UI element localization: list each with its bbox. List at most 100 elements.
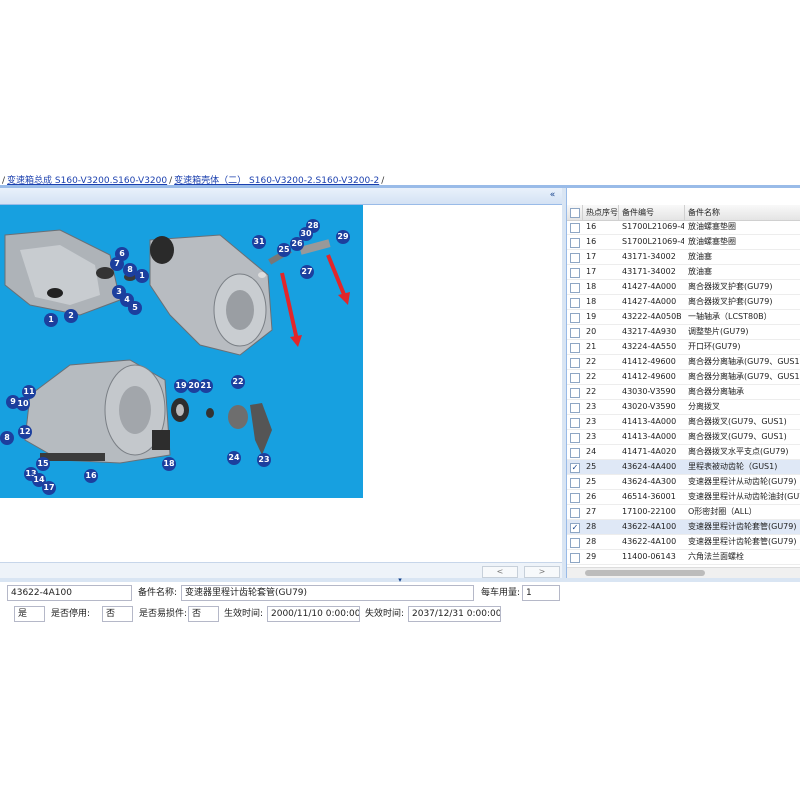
callout-marker[interactable]: 15 — [36, 457, 50, 471]
cell-hotspot: 29 — [586, 552, 597, 561]
row-checkbox[interactable] — [570, 388, 580, 398]
row-checkbox[interactable]: ✓ — [570, 463, 580, 473]
breadcrumb-link-assembly[interactable]: 变速箱总成 S160-V3200.S160-V3200 — [7, 176, 167, 185]
row-checkbox[interactable] — [570, 553, 580, 563]
row-checkbox[interactable] — [570, 433, 580, 443]
row-checkbox[interactable]: ✓ — [570, 523, 580, 533]
expire-date-field[interactable]: 2037/12/31 0:00:00 — [408, 606, 501, 622]
callout-marker[interactable]: 17 — [42, 481, 56, 495]
flag-field[interactable]: 是 — [14, 606, 45, 622]
row-checkbox[interactable] — [570, 373, 580, 383]
cell-code: 43030-V3590 — [622, 387, 676, 396]
callout-marker[interactable]: 29 — [336, 230, 350, 244]
callout-marker[interactable]: 24 — [227, 451, 241, 465]
row-checkbox[interactable] — [570, 508, 580, 518]
table-row[interactable]: 26 46514-36001 变速器里程计从动齿轮油封(GU79) — [567, 490, 800, 505]
column-header-name[interactable]: 备件名称 — [685, 205, 800, 220]
column-header-code[interactable]: 备件编号 — [619, 205, 685, 220]
callout-marker[interactable]: 18 — [162, 457, 176, 471]
row-checkbox[interactable] — [570, 403, 580, 413]
table-row[interactable]: 16 S1700L21069-4... 放油螺塞垫圈 — [567, 220, 800, 235]
table-row[interactable]: 18 41427-4A000 离合器拨叉护套(GU79) — [567, 295, 800, 310]
callout-marker[interactable]: 7 — [110, 257, 124, 271]
horizontal-splitter[interactable]: ▾ — [0, 577, 800, 584]
cell-name: 离合器拨叉水平支点(GU79) — [688, 447, 789, 456]
callout-marker[interactable]: 10 — [16, 397, 30, 411]
row-checkbox[interactable] — [570, 313, 580, 323]
callout-marker[interactable]: 5 — [128, 301, 142, 315]
callout-marker[interactable]: 1 — [44, 313, 58, 327]
exploded-parts-diagram[interactable]: 1 2 3 4 5 6 7 8 1 31 25 26 28 30 27 29 1… — [0, 205, 363, 498]
table-row[interactable]: 17 43171-34002 放油塞 — [567, 265, 800, 280]
cell-code: 41412-49600 — [622, 357, 676, 366]
table-row[interactable]: 17 43171-34002 放油塞 — [567, 250, 800, 265]
table-row[interactable]: 21 43224-4A550 开口环(GU79) — [567, 340, 800, 355]
table-row[interactable]: 23 41413-4A000 离合器拨叉(GU79、GUS1) — [567, 430, 800, 445]
callout-marker[interactable]: 19 — [174, 379, 188, 393]
row-checkbox[interactable] — [570, 298, 580, 308]
table-row[interactable]: 22 43030-V3590 离合器分离轴承 — [567, 385, 800, 400]
callout-marker[interactable]: 23 — [257, 453, 271, 467]
next-page-button[interactable]: > — [524, 566, 560, 578]
part-name-field[interactable]: 变速器里程计齿轮套管(GU79) — [181, 585, 474, 601]
horizontal-scrollbar[interactable] — [567, 567, 800, 578]
callout-marker[interactable]: 12 — [18, 425, 32, 439]
table-row[interactable]: 24 41471-4A020 离合器拨叉水平支点(GU79) — [567, 445, 800, 460]
callout-marker[interactable]: 1 — [135, 269, 149, 283]
callout-marker[interactable]: 2 — [64, 309, 78, 323]
row-checkbox[interactable] — [570, 478, 580, 488]
callout-marker[interactable]: 16 — [84, 469, 98, 483]
callout-marker[interactable]: 31 — [252, 235, 266, 249]
table-row[interactable]: 23 41413-4A000 离合器拨叉(GU79、GUS1) — [567, 415, 800, 430]
cell-code: 43624-4A400 — [622, 462, 677, 471]
select-all-checkbox[interactable] — [567, 205, 583, 220]
callout-marker[interactable]: 22 — [231, 375, 245, 389]
table-row[interactable]: 25 43624-4A300 变速器里程计从动齿轮(GU79) — [567, 475, 800, 490]
table-row[interactable]: 29 11400-06143 六角法兰面螺栓 — [567, 550, 800, 565]
row-checkbox[interactable] — [570, 493, 580, 503]
table-row[interactable]: 16 S1700L21069-4... 放油螺塞垫圈 — [567, 235, 800, 250]
row-checkbox[interactable] — [570, 238, 580, 248]
table-row[interactable]: 18 41427-4A000 离合器拨叉护套(GU79) — [567, 280, 800, 295]
table-row[interactable]: 28 43622-4A100 变速器里程计齿轮套管(GU79) — [567, 535, 800, 550]
row-checkbox[interactable] — [570, 328, 580, 338]
cell-hotspot: 20 — [586, 327, 597, 336]
collapse-left-icon[interactable]: « — [547, 190, 558, 201]
row-checkbox[interactable] — [570, 253, 580, 263]
table-row[interactable]: 22 41412-49600 离合器分离轴承(GU79、GUS1) — [567, 355, 800, 370]
row-checkbox[interactable] — [570, 343, 580, 353]
part-code-field[interactable]: 43622-4A100 — [7, 585, 132, 601]
row-checkbox[interactable] — [570, 268, 580, 278]
table-row[interactable]: 29 11400-06143 六角法兰面螺栓 — [567, 565, 800, 566]
callout-marker[interactable]: 21 — [199, 379, 213, 393]
breadcrumb-link-housing[interactable]: 变速箱壳体（二） S160-V3200-2.S160-V3200-2 — [174, 176, 379, 185]
row-checkbox[interactable] — [570, 358, 580, 368]
row-checkbox[interactable] — [570, 538, 580, 548]
table-row[interactable]: 22 41412-49600 离合器分离轴承(GU79、GUS1) — [567, 370, 800, 385]
effective-date-field[interactable]: 2000/11/10 0:00:00 — [267, 606, 360, 622]
cell-code: 41413-4A000 — [622, 432, 677, 441]
callout-marker[interactable]: 30 — [299, 227, 313, 241]
row-checkbox[interactable] — [570, 223, 580, 233]
row-checkbox[interactable] — [570, 418, 580, 428]
table-row[interactable]: ✓ 25 43624-4A400 里程表被动齿轮（GUS1) — [567, 460, 800, 475]
table-row[interactable]: 23 43020-V3590 分离拨叉 — [567, 400, 800, 415]
column-header-hotspot[interactable]: 热点序号 — [583, 205, 619, 220]
wear-part-field[interactable]: 否 — [188, 606, 219, 622]
cell-hotspot: 16 — [586, 237, 597, 246]
table-row[interactable]: 19 43222-4A050B 一轴轴承（LCST80B） — [567, 310, 800, 325]
cell-code: 41413-4A000 — [622, 417, 677, 426]
callout-marker[interactable]: 8 — [0, 431, 14, 445]
per-vehicle-field[interactable]: 1 — [522, 585, 560, 601]
discontinued-field[interactable]: 否 — [102, 606, 133, 622]
table-row[interactable]: ✓ 28 43622-4A100 变速器里程计齿轮套管(GU79) — [567, 520, 800, 535]
prev-page-button[interactable]: < — [482, 566, 518, 578]
row-checkbox[interactable] — [570, 283, 580, 293]
scrollbar-thumb[interactable] — [585, 570, 705, 576]
callout-marker[interactable]: 27 — [300, 265, 314, 279]
table-row[interactable]: 27 17100-22100 O形密封圈（ALL） — [567, 505, 800, 520]
table-row[interactable]: 20 43217-4A930 调整垫片(GU79) — [567, 325, 800, 340]
cell-name: 放油塞 — [688, 252, 712, 261]
callout-marker[interactable]: 25 — [277, 243, 291, 257]
row-checkbox[interactable] — [570, 448, 580, 458]
